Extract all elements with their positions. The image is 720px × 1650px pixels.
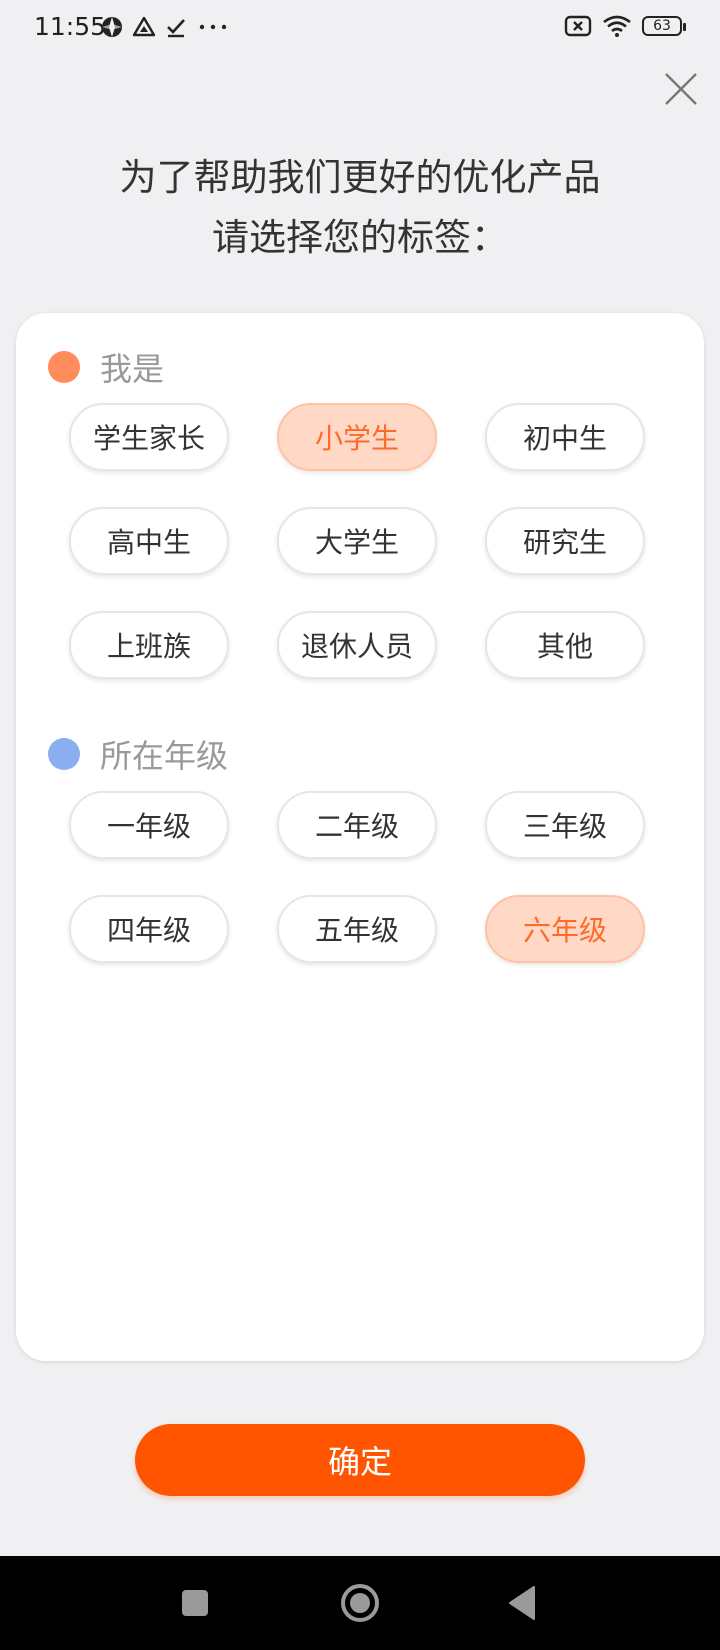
status-right-icons: 63 (564, 10, 686, 42)
status-time: 11:55 (34, 12, 107, 41)
confirm-button[interactable]: 确定 (135, 1424, 585, 1496)
page-title: 为了帮助我们更好的优化产品 请选择您的标签： (0, 148, 720, 268)
battery-level: 63 (653, 18, 671, 34)
identity-option[interactable]: 研究生 (485, 507, 645, 575)
grade-dot-icon (48, 738, 80, 770)
identity-option[interactable]: 退休人员 (277, 611, 437, 679)
grade-option-selected[interactable]: 六年级 (485, 895, 645, 963)
grade-option[interactable]: 三年级 (485, 791, 645, 859)
grade-option[interactable]: 二年级 (277, 791, 437, 859)
title-line-1: 为了帮助我们更好的优化产品 (119, 156, 601, 199)
identity-option[interactable]: 其他 (485, 611, 645, 679)
identity-option-selected[interactable]: 小学生 (277, 403, 437, 471)
identity-section-label: 我是 (100, 350, 165, 388)
identity-option[interactable]: 高中生 (69, 507, 229, 575)
home-icon[interactable] (338, 1581, 382, 1625)
check-icon (167, 19, 185, 38)
wifi-icon (603, 15, 631, 37)
grade-option[interactable]: 四年级 (69, 895, 229, 963)
identity-dot-icon (48, 351, 80, 383)
grade-section-header: 所在年级 (48, 734, 229, 775)
status-bar: 11:55 63 (0, 0, 720, 54)
more-dots-icon (199, 24, 227, 30)
drive-icon (132, 16, 156, 37)
status-left-icons (100, 12, 230, 42)
back-icon[interactable] (502, 1581, 546, 1625)
title-line-2: 请选择您的标签： (212, 216, 508, 259)
identity-option[interactable]: 上班族 (69, 611, 229, 679)
grade-option[interactable]: 五年级 (277, 895, 437, 963)
grade-section-label: 所在年级 (100, 737, 229, 775)
tag-selection-card: 我是 学生家长 小学生 初中生 高中生 大学生 研究生 上班族 退休人员 其他 … (16, 313, 704, 1361)
identity-option[interactable]: 初中生 (485, 403, 645, 471)
close-icon[interactable] (660, 68, 702, 110)
recent-apps-icon[interactable] (173, 1581, 217, 1625)
grade-option[interactable]: 一年级 (69, 791, 229, 859)
identity-section-header: 我是 (48, 347, 165, 388)
identity-option[interactable]: 大学生 (277, 507, 437, 575)
battery-icon: 63 (642, 16, 686, 36)
navigation-bar (0, 1556, 720, 1650)
vpn-icon (102, 17, 122, 37)
identity-option[interactable]: 学生家长 (69, 403, 229, 471)
no-sim-icon (564, 15, 592, 37)
